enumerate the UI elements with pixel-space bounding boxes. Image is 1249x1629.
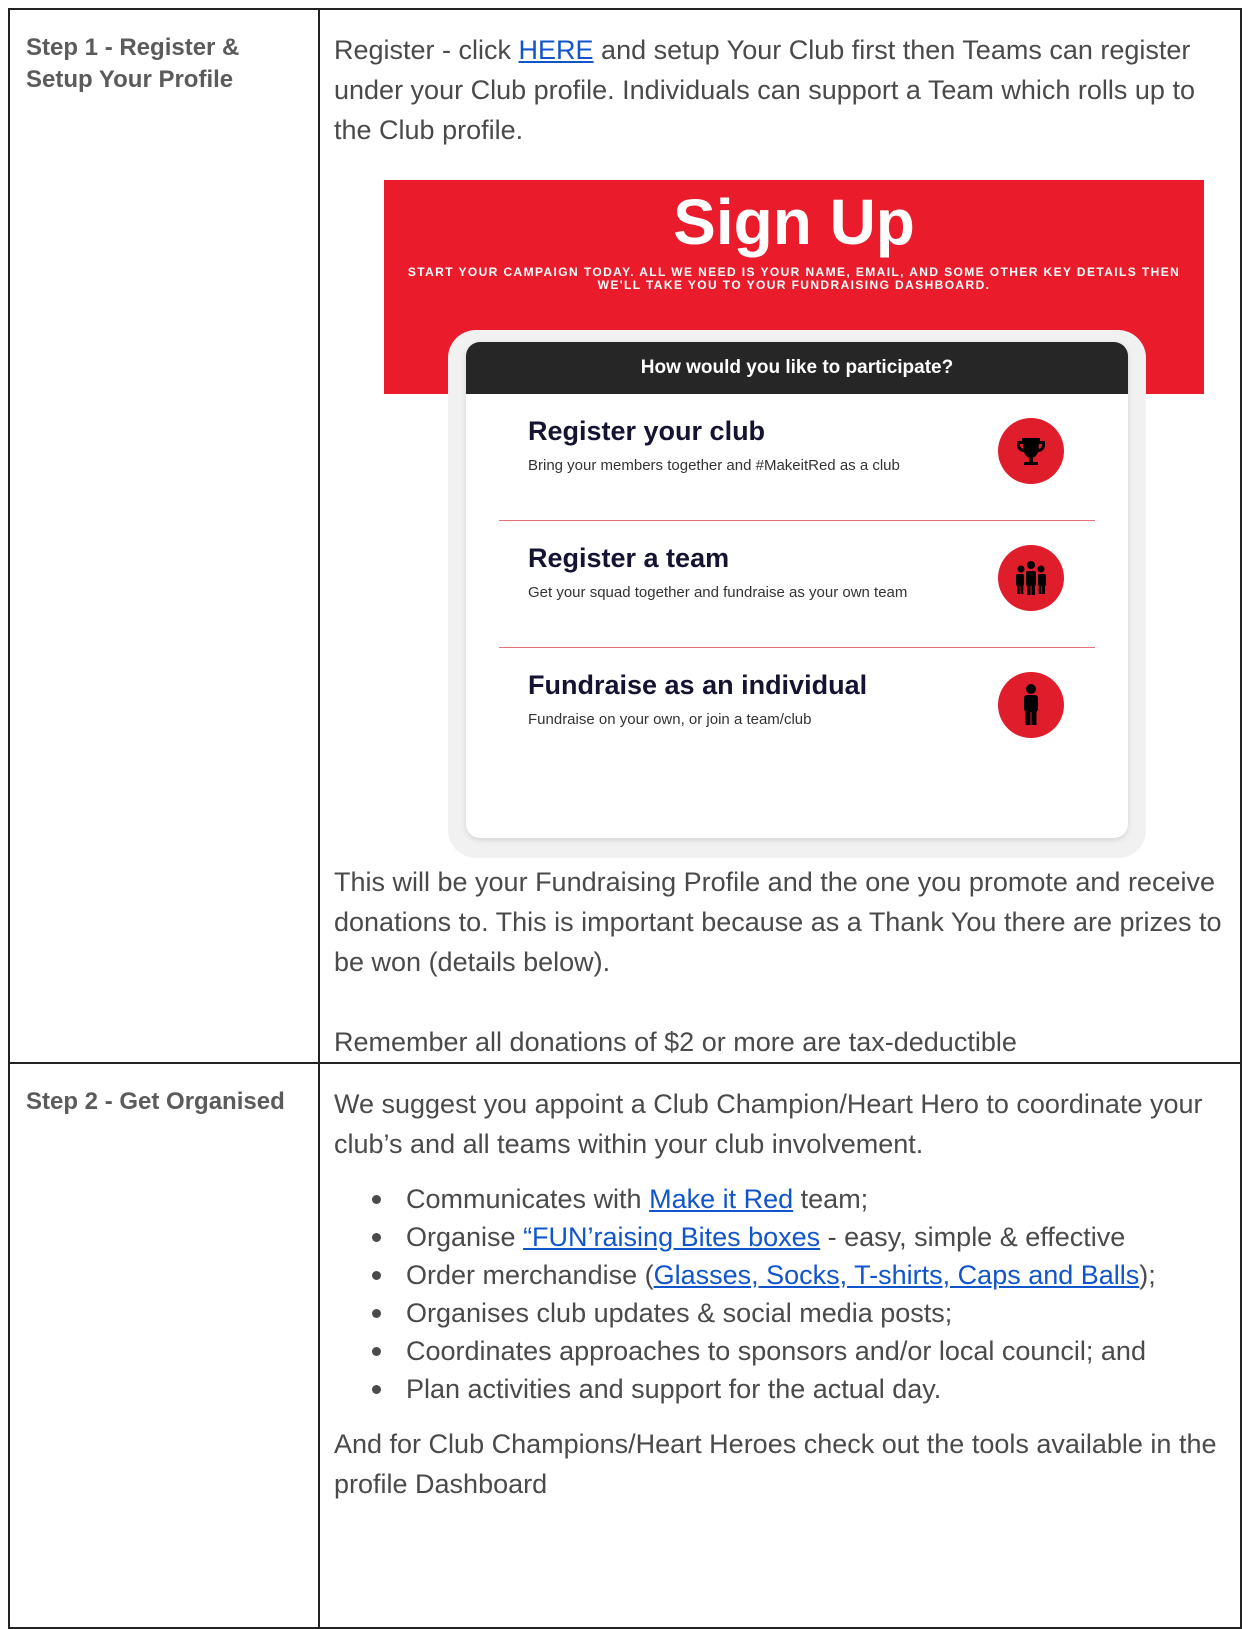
team-icon (998, 545, 1064, 611)
step1-content: Register - click HERE and setup Your Clu… (318, 8, 1242, 1064)
signup-graphic: Sign Up START YOUR CAMPAIGN TODAY. ALL W… (384, 180, 1204, 860)
list-item: Coordinates approaches to sponsors and/o… (372, 1332, 1226, 1370)
option-individual[interactable]: Fundraise as an individual Fundraise on … (466, 648, 1128, 774)
step2-intro: We suggest you appoint a Club Champion/H… (334, 1089, 1203, 1159)
option-subtitle: Bring your members together and #MakeitR… (528, 457, 900, 474)
list-item: Communicates with Make it Red team; (372, 1180, 1226, 1218)
step2-label: Step 2 - Get Organised (8, 1062, 320, 1629)
step1-label: Step 1 - Register & Setup Your Profile (8, 8, 320, 1064)
option-register-club[interactable]: Register your club Bring your members to… (466, 394, 1128, 520)
person-icon (998, 672, 1064, 738)
list-item: Organise “FUN’raising Bites boxes - easy… (372, 1218, 1226, 1256)
merchandise-link[interactable]: Glasses, Socks, T-shirts, Caps and Balls (654, 1260, 1140, 1290)
list-item: Order merchandise (Glasses, Socks, T-shi… (372, 1256, 1226, 1294)
register-here-link[interactable]: HERE (519, 35, 594, 65)
make-it-red-link[interactable]: Make it Red (649, 1184, 793, 1214)
step1-after-text: This will be your Fundraising Profile an… (334, 867, 1222, 977)
option-title: Fundraise as an individual (528, 670, 868, 700)
responsibilities-list: Communicates with Make it Red team; Orga… (334, 1180, 1226, 1408)
participation-card: How would you like to participate? Regis… (466, 342, 1128, 838)
trophy-icon (998, 418, 1064, 484)
option-title: Register a team (528, 543, 730, 573)
step2-outro: And for Club Champions/Heart Heroes chec… (334, 1429, 1217, 1499)
option-title: Register your club (528, 416, 766, 446)
tax-note: Remember all donations of $2 or more are… (334, 1027, 1017, 1057)
funraising-bites-link[interactable]: “FUN’raising Bites boxes (523, 1222, 820, 1252)
list-item: Plan activities and support for the actu… (372, 1370, 1226, 1408)
participation-heading: How would you like to participate? (466, 342, 1128, 394)
step1-row: Step 1 - Register & Setup Your Profile R… (8, 8, 1242, 1064)
list-item: Organises club updates & social media po… (372, 1294, 1226, 1332)
step1-intro: Register - click HERE and setup Your Clu… (334, 35, 1195, 145)
option-subtitle: Fundraise on your own, or join a team/cl… (528, 711, 812, 728)
steps-table: Step 1 - Register & Setup Your Profile R… (8, 8, 1242, 1629)
signup-title: Sign Up (673, 186, 915, 258)
step2-row: Step 2 - Get Organised We suggest you ap… (8, 1062, 1242, 1629)
option-register-team[interactable]: Register a team Get your squad together … (466, 521, 1128, 647)
step2-content: We suggest you appoint a Club Champion/H… (318, 1062, 1242, 1629)
signup-tagline: START YOUR CAMPAIGN TODAY. ALL WE NEED I… (407, 265, 1181, 292)
option-subtitle: Get your squad together and fundraise as… (528, 584, 908, 601)
